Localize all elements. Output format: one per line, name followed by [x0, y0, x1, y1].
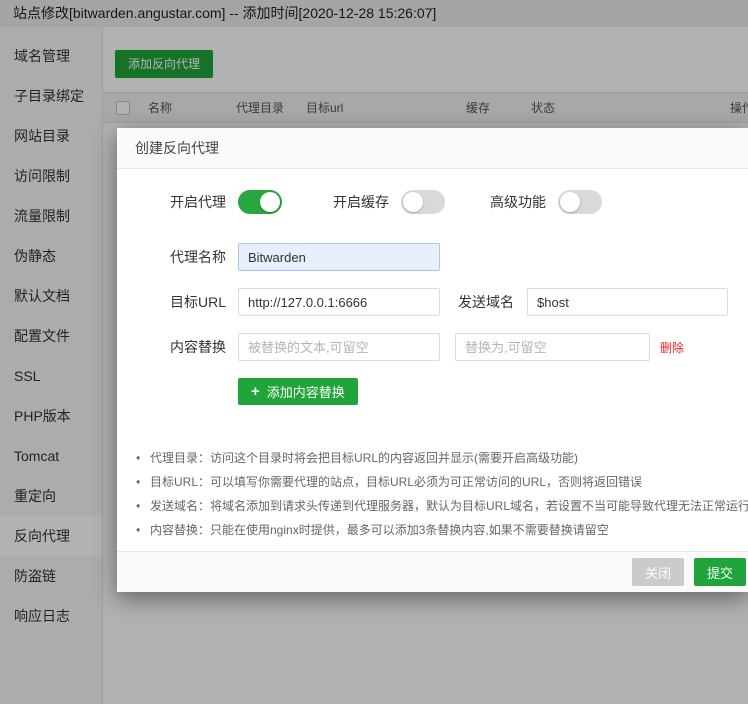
content-replace-label: 内容替换 — [170, 339, 226, 355]
enable-proxy-toggle[interactable] — [238, 190, 282, 214]
create-reverse-proxy-modal: 创建反向代理 开启代理 开启缓存 高级功能 代理名称 目标URL 发送域名 内容… — [117, 128, 748, 592]
submit-button[interactable]: 提交 — [693, 558, 746, 586]
proxy-name-label: 代理名称 — [170, 249, 226, 265]
replace-from-input[interactable] — [238, 333, 440, 361]
target-url-label: 目标URL — [170, 294, 227, 310]
toggle-knob — [260, 192, 280, 212]
modal-footer: 关闭 提交 — [117, 551, 748, 592]
send-domain-input[interactable] — [527, 288, 728, 316]
advanced-feature-label: 高级功能 — [490, 194, 546, 210]
replace-to-input[interactable] — [455, 333, 650, 361]
enable-cache-label: 开启缓存 — [333, 194, 389, 210]
target-url-input[interactable] — [238, 288, 440, 316]
enable-proxy-label: 开启代理 — [170, 194, 226, 210]
proxy-name-row: 代理名称 — [117, 243, 748, 271]
note-proxy-dir: 代理目录：访问这个目录时将会把目标URL的内容返回并显示(需要开启高级功能) — [136, 446, 748, 470]
proxy-name-input[interactable] — [238, 243, 440, 271]
toggle-knob — [403, 192, 423, 212]
plus-icon: + — [251, 383, 260, 400]
send-domain-label: 发送域名 — [458, 294, 514, 310]
site-settings-window: 站点修改[bitwarden.angustar.com] -- 添加时间[202… — [0, 0, 748, 704]
note-target-url: 目标URL：可以填写你需要代理的站点，目标URL必须为可正常访问的URL，否则将… — [136, 470, 748, 494]
help-notes: 代理目录：访问这个目录时将会把目标URL的内容返回并显示(需要开启高级功能) 目… — [117, 446, 748, 542]
toggle-knob — [560, 192, 580, 212]
modal-title: 创建反向代理 — [117, 128, 748, 169]
advanced-feature-toggle[interactable] — [558, 190, 602, 214]
content-replace-row: 内容替换 删除 — [117, 333, 748, 361]
delete-replace-link[interactable]: 删除 — [660, 339, 684, 356]
note-content-replace: 内容替换：只能在使用nginx时提供，最多可以添加3条替换内容,如果不需要替换请… — [136, 518, 748, 542]
target-url-row: 目标URL 发送域名 — [117, 288, 748, 316]
toggle-row: 开启代理 开启缓存 高级功能 — [117, 190, 748, 214]
add-replace-row: + 添加内容替换 — [117, 378, 748, 405]
note-send-domain: 发送域名：将域名添加到请求头传递到代理服务器，默认为目标URL域名，若设置不当可… — [136, 494, 748, 518]
enable-cache-toggle[interactable] — [401, 190, 445, 214]
add-content-replace-label: 添加内容替换 — [266, 385, 345, 400]
close-button[interactable]: 关闭 — [631, 558, 684, 586]
add-content-replace-button[interactable]: + 添加内容替换 — [238, 378, 358, 405]
